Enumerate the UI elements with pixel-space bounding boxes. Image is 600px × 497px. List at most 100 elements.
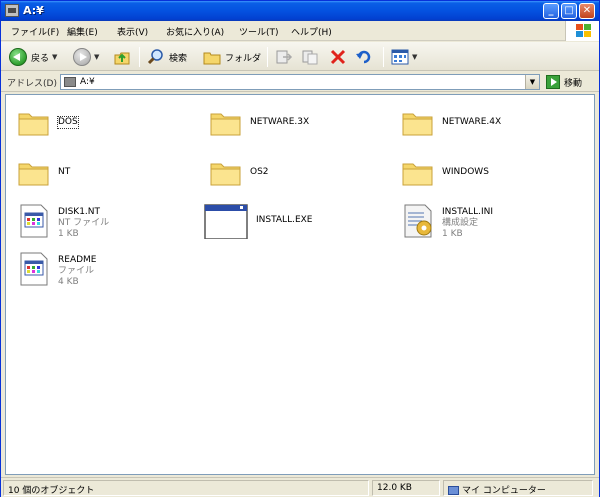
views-icon [391, 49, 409, 65]
floppy-drive-icon [64, 77, 76, 87]
file-item-install-ini[interactable]: INSTALL.INI 構成設定 1 KB [400, 203, 580, 243]
forward-arrow-icon [73, 48, 91, 66]
folder-icon [18, 113, 49, 136]
undo-icon [356, 50, 371, 64]
forward-button[interactable]: ▼ [73, 47, 99, 67]
item-size: 1 KB [58, 229, 79, 239]
address-input[interactable]: A:¥ ▼ [60, 74, 540, 90]
folder-item-nt[interactable]: NT [16, 155, 196, 195]
delete-button[interactable] [329, 47, 347, 67]
menu-tools[interactable]: ツール(T) [239, 25, 279, 38]
item-name: NETWARE.4X [442, 117, 502, 127]
item-type: ファイル [58, 266, 95, 276]
folder-item-dos[interactable]: DOS [16, 105, 196, 145]
status-object-count: 10 個のオブジェクト [3, 480, 369, 496]
search-label: 検索 [169, 53, 188, 64]
toolbar: 戻る ▼ ▼ 検索 フォルダ ▼ [1, 42, 599, 71]
file-item-install-exe[interactable]: INSTALL.EXE [204, 203, 384, 243]
menu-favorites[interactable]: お気に入り(A) [166, 25, 224, 38]
item-size: 1 KB [442, 229, 463, 239]
folders-icon [203, 52, 221, 65]
folder-icon [210, 113, 241, 136]
item-name: INSTALL.EXE [256, 215, 313, 225]
folder-icon [210, 163, 241, 186]
menu-edit[interactable]: 編集(E) [67, 25, 98, 38]
item-name: WINDOWS [442, 167, 489, 177]
views-dropdown-icon[interactable]: ▼ [412, 53, 417, 61]
item-name: DOS [57, 116, 79, 129]
folder-item-netware4x[interactable]: NETWARE.4X [400, 105, 580, 145]
file-item-disk1-nt[interactable]: DISK1.NT NT ファイル 1 KB [16, 203, 196, 243]
status-location: マイ コンピューター [443, 480, 593, 496]
folder-item-netware3x[interactable]: NETWARE.3X [208, 105, 388, 145]
menu-bar: ファイル(F) 編集(E) 表示(V) お気に入り(A) ツール(T) ヘルプ(… [1, 21, 599, 41]
menu-file[interactable]: ファイル(F) [11, 25, 59, 38]
views-button[interactable]: ▼ [391, 47, 417, 67]
go-button[interactable]: 移動 [546, 74, 582, 90]
exe-window-icon [204, 204, 248, 239]
drive-icon [5, 4, 19, 17]
title-bar[interactable]: A:¥ _ □ ✕ [1, 1, 599, 21]
status-bar: 10 個のオブジェクト 12.0 KB マイ コンピューター [1, 477, 599, 497]
item-type: 構成設定 [442, 218, 479, 228]
file-list-pane[interactable]: DOS NETWARE.3X NETWARE.4X NT OS2 WINDOWS… [5, 94, 595, 475]
item-name: README [58, 255, 97, 265]
item-name: NT [58, 167, 71, 177]
move-to-button[interactable] [275, 47, 293, 67]
explorer-window: A:¥ _ □ ✕ ファイル(F) 編集(E) 表示(V) お気に入り(A) ツ… [0, 0, 600, 497]
back-label: 戻る [31, 53, 50, 64]
back-arrow-icon [9, 48, 27, 66]
toolbar-separator [139, 47, 140, 67]
document-icon [20, 252, 48, 286]
item-size: 4 KB [58, 277, 79, 287]
status-total-size: 12.0 KB [372, 480, 440, 496]
toolbar-separator [267, 47, 268, 67]
undo-button[interactable] [355, 47, 373, 67]
back-dropdown-icon[interactable]: ▼ [52, 53, 57, 61]
item-text: DISK1.NT NT ファイル 1 KB [58, 207, 109, 240]
item-name: INSTALL.INI [442, 207, 493, 217]
window-title: A:¥ [23, 4, 44, 17]
forward-dropdown-icon[interactable]: ▼ [94, 53, 99, 61]
item-text: README ファイル 4 KB [58, 255, 96, 288]
search-button[interactable]: 検索 [147, 47, 187, 67]
address-label: アドレス(D) [7, 79, 57, 89]
folder-icon [402, 113, 433, 136]
go-arrow-icon [546, 75, 560, 89]
up-folder-icon [114, 52, 130, 65]
move-to-icon [276, 50, 293, 64]
document-icon [20, 204, 48, 238]
folder-icon [402, 163, 433, 186]
folder-icon [18, 163, 49, 186]
settings-file-icon [404, 204, 432, 238]
address-dropdown-icon[interactable]: ▼ [525, 75, 539, 89]
status-location-label: マイ コンピューター [462, 486, 546, 496]
item-name: NETWARE.3X [250, 117, 310, 127]
close-button[interactable]: ✕ [579, 3, 595, 19]
menu-view[interactable]: 表示(V) [117, 25, 148, 38]
minimize-button[interactable]: _ [543, 3, 559, 19]
folder-item-os2[interactable]: OS2 [208, 155, 388, 195]
search-icon [147, 49, 163, 65]
file-item-readme[interactable]: README ファイル 4 KB [16, 251, 196, 291]
item-name: DISK1.NT [58, 207, 101, 217]
windows-logo-icon [565, 21, 599, 41]
folder-item-windows[interactable]: WINDOWS [400, 155, 580, 195]
folders-label: フォルダ [225, 53, 262, 64]
item-name: OS2 [250, 167, 269, 177]
menu-help[interactable]: ヘルプ(H) [291, 25, 332, 38]
go-label: 移動 [564, 78, 583, 89]
back-button[interactable]: 戻る ▼ [9, 47, 57, 67]
copy-to-icon [302, 50, 318, 65]
item-text: INSTALL.INI 構成設定 1 KB [442, 207, 493, 240]
copy-to-button[interactable] [301, 47, 319, 67]
address-value[interactable]: A:¥ [80, 77, 95, 87]
toolbar-separator [383, 47, 384, 67]
delete-x-icon [330, 49, 346, 65]
my-computer-icon [448, 486, 459, 495]
folders-button[interactable]: フォルダ [203, 47, 261, 67]
up-folder-button[interactable] [113, 47, 131, 67]
address-bar: アドレス(D) A:¥ ▼ 移動 [1, 72, 599, 92]
item-type: NT ファイル [58, 218, 110, 228]
maximize-button[interactable]: □ [561, 3, 577, 19]
